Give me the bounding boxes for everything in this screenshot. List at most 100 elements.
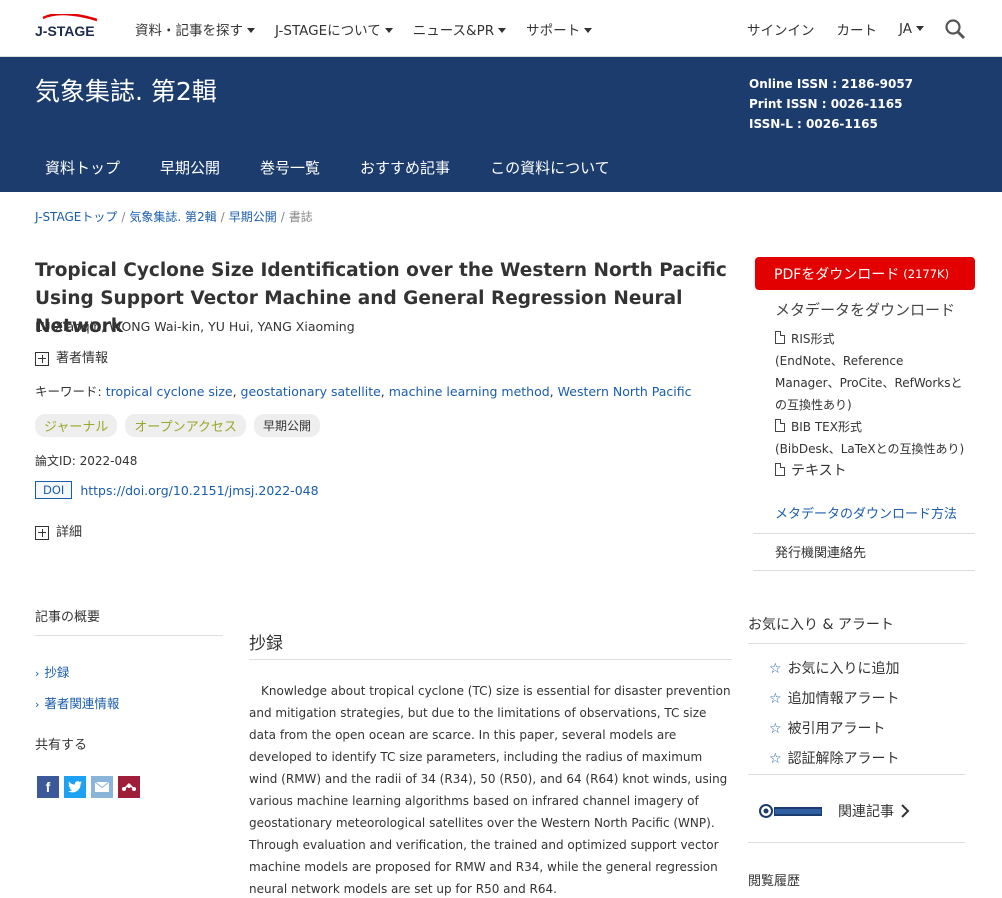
divider [753,570,975,571]
chevron-down-icon [584,27,593,33]
keywords: キーワード: tropical cyclone size, geostation… [35,384,692,399]
toc-item-abstract[interactable]: › 抄録 [35,658,119,689]
nav-support[interactable]: サポート [526,19,593,39]
nav-search-materials[interactable]: 資料・記事を探す [135,19,255,39]
article-tags: ジャーナル オープンアクセス 早期公開 [35,414,320,437]
nav-news-pr[interactable]: ニュース&PR [413,19,507,39]
bibtex-compat: (BibDesk、LaTeXとの互換性あり) [775,442,965,456]
related-articles[interactable]: 関連記事 [838,801,894,821]
authors: LU Xiaoqin, WONG Wai-kin, YU Hui, YANG X… [35,319,355,334]
mail-icon[interactable] [91,776,113,798]
divider [249,659,732,660]
twitter-icon[interactable] [64,776,86,798]
star-icon: ☆ [769,751,782,767]
publisher-contact[interactable]: 発行機関連絡先 [775,542,866,561]
plus-icon [35,351,49,366]
metadata-method-link[interactable]: メタデータのダウンロード方法 [775,503,957,522]
star-icon: ☆ [769,721,782,737]
breadcrumb-journal[interactable]: 気象集誌. 第2輯 [129,210,216,224]
pdf-download-button[interactable]: PDFをダウンロード (2177K) [755,257,975,290]
issn-l: ISSN-L : 0026-1165 [749,117,878,131]
doi: DOI https://doi.org/10.2151/jmsj.2022-04… [35,481,319,499]
file-icon [775,463,785,476]
toc-item-author-info[interactable]: › 著者関連情報 [35,689,119,720]
chevron-right-icon [901,804,910,818]
chevron-down-icon [916,25,924,31]
jglobal-logo [759,804,822,818]
chevron-down-icon [498,27,507,33]
keyword-link[interactable]: tropical cyclone size [106,384,233,399]
ris-compat: (EndNote、Reference Manager、ProCite、RefWo… [775,354,963,412]
text-download[interactable]: テキスト [775,460,970,482]
breadcrumb-current: 書誌 [288,210,313,224]
alerts-list: ☆ お気に入りに追加 ☆ 追加情報アラート ☆ 被引用アラート ☆ 認証解除アラート [769,654,900,774]
journal-nav-issues[interactable]: 巻号一覧 [260,157,320,178]
social-share: f [37,776,140,798]
bibtex-download[interactable]: BIB TEX形式 [775,416,970,438]
keywords-label: キーワード: [35,384,102,399]
issn-info: Online ISSN : 2186-9057 Print ISSN : 002… [749,74,913,134]
divider [748,842,965,843]
nav-about-jstage[interactable]: J-STAGEについて [275,19,393,39]
chevron-down-icon [384,27,393,33]
share-heading: 共有する [35,738,88,753]
top-bar: J-STAGE 資料・記事を探す J-STAGEについて ニュース&PR サポー… [0,0,1002,57]
jstage-logo[interactable]: J-STAGE [35,14,107,42]
breadcrumb-advance[interactable]: 早期公開 [229,210,277,224]
overview-heading: 記事の概要 [35,610,101,625]
svg-text:J-STAGE: J-STAGE [35,23,95,39]
metadata-download-heading: メタデータをダウンロード [775,301,956,319]
star-icon: ☆ [769,661,782,677]
jglobal-related[interactable]: 関連記事 [758,800,910,822]
divider [748,643,965,644]
keyword-link[interactable]: geostationary satellite [241,384,381,399]
chevron-down-icon [247,27,255,33]
chevron-right-icon: › [35,667,40,680]
additional-info-alert[interactable]: ☆ 追加情報アラート [769,684,900,714]
retraction-alert[interactable]: ☆ 認証解除アラート [769,744,900,774]
facebook-icon[interactable]: f [37,776,59,798]
abstract-heading: 抄録 [249,634,283,654]
mendeley-icon[interactable] [118,776,140,798]
article-toc: › 抄録 › 著者関連情報 [35,658,119,720]
divider [753,533,975,534]
ris-download[interactable]: RIS形式 [775,328,970,350]
journal-nav-top[interactable]: 資料トップ [45,157,120,178]
browsing-history: 閲覧履歴 [748,874,801,889]
abstract-body: Knowledge about tropical cyclone (TC) si… [249,684,731,896]
issn-print: Print ISSN : 0026-1165 [749,97,903,111]
article-id: 論文ID: 2022-048 [35,454,138,468]
doi-link[interactable]: https://doi.org/10.2151/jmsj.2022-048 [80,483,318,498]
details-toggle[interactable]: 詳細 [35,521,82,540]
search-icon[interactable] [944,18,966,40]
journal-title[interactable]: 気象集誌. 第2輯 [35,72,217,108]
file-icon [775,419,785,432]
doi-badge: DOI [35,481,73,499]
breadcrumb-home[interactable]: J-STAGEトップ [35,210,117,224]
journal-nav-advance[interactable]: 早期公開 [160,157,220,178]
star-icon: ☆ [769,691,782,707]
cart-link[interactable]: カート [837,19,878,39]
citation-alert[interactable]: ☆ 被引用アラート [769,714,900,744]
author-info-toggle[interactable]: 著者情報 [35,347,108,366]
plus-icon [35,525,49,540]
tag-advance: 早期公開 [253,414,320,437]
keyword-link[interactable]: Western North Pacific [558,384,692,399]
chevron-right-icon: › [35,698,40,711]
main-nav: 資料・記事を探す J-STAGEについて ニュース&PR サポート [135,19,612,39]
file-icon [775,331,785,344]
favorites-heading: お気に入り & アラート [748,617,894,633]
journal-banner: 気象集誌. 第2輯 Online ISSN : 2186-9057 Print … [0,57,1002,192]
metadata-list: RIS形式 (EndNote、Reference Manager、ProCite… [775,328,970,482]
divider [748,774,965,775]
top-right-menu: サインイン カート JA [725,18,966,40]
keyword-link[interactable]: machine learning method [389,384,550,399]
journal-nav-about[interactable]: この資料について [490,157,610,178]
tag-open-access: オープンアクセス [125,414,246,437]
divider [35,635,223,636]
add-favorite[interactable]: ☆ お気に入りに追加 [769,654,900,684]
journal-nav-recommended[interactable]: おすすめ記事 [360,157,450,178]
issn-online: Online ISSN : 2186-9057 [749,77,914,91]
signin-link[interactable]: サインイン [747,19,815,39]
language-select[interactable]: JA [899,21,924,37]
